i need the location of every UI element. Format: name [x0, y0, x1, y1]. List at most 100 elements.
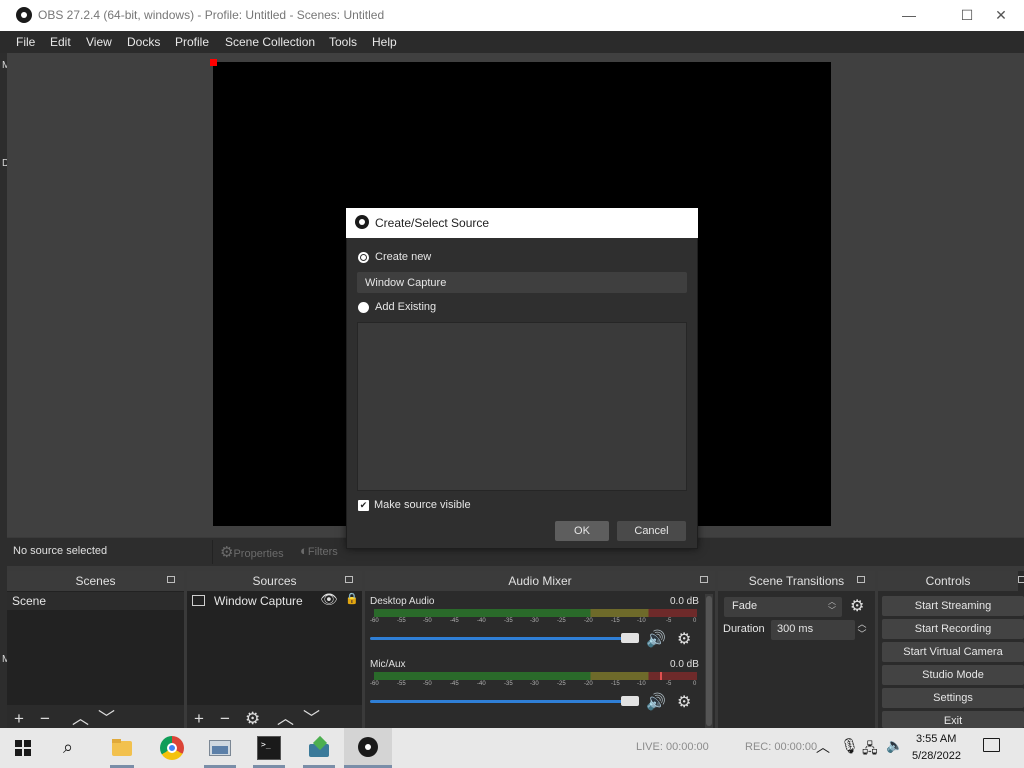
- network-icon[interactable]: 🖧: [862, 738, 878, 762]
- transitions-dock: [718, 571, 875, 728]
- microphone-icon[interactable]: 🎙: [840, 737, 859, 755]
- plus-icon[interactable]: +: [194, 710, 204, 727]
- plus-icon[interactable]: +: [14, 710, 24, 727]
- clock-time[interactable]: 3:55 AM: [916, 733, 956, 745]
- start-virtual-camera-button[interactable]: Start Virtual Camera: [882, 642, 1024, 662]
- dock-float-icon[interactable]: [167, 576, 175, 583]
- clock-date[interactable]: 5/28/2022: [912, 750, 961, 762]
- mixer-scrollbar[interactable]: [705, 594, 713, 728]
- dock-float-icon[interactable]: [1018, 576, 1024, 583]
- photos-icon[interactable]: [208, 736, 232, 760]
- volume-meter: [374, 609, 697, 617]
- filters-button[interactable]: ◐Filters: [300, 543, 338, 558]
- ok-button[interactable]: OK: [555, 521, 609, 541]
- source-name-input[interactable]: [357, 272, 687, 293]
- channel-name: Mic/Aux: [370, 659, 406, 670]
- start-streaming-button[interactable]: Start Streaming: [882, 596, 1024, 616]
- gear-icon: ⚙: [220, 544, 234, 561]
- minimize-button[interactable]: —: [886, 0, 932, 31]
- existing-sources-list[interactable]: [357, 322, 687, 491]
- settings-button[interactable]: Settings: [882, 688, 1024, 708]
- transition-select-value: Fade: [732, 600, 758, 612]
- chrome-icon[interactable]: [160, 736, 184, 760]
- transitions-dock-title: Scene Transitions: [718, 571, 875, 591]
- sources-dock-title: Sources: [187, 571, 362, 591]
- duration-label: Duration: [723, 623, 765, 635]
- obs-taskbar-button[interactable]: [344, 728, 392, 768]
- channel-name: Desktop Audio: [370, 596, 435, 607]
- gear-icon[interactable]: ⚙: [245, 710, 260, 727]
- chevron-down-icon[interactable]: ﹀: [303, 710, 320, 727]
- volume-slider-handle[interactable]: [621, 696, 639, 706]
- start-recording-button[interactable]: Start Recording: [882, 619, 1024, 639]
- menu-edit[interactable]: Edit: [50, 35, 71, 49]
- duration-spinner[interactable]: ︿ ﹀: [855, 619, 869, 641]
- source-status: No source selected: [13, 545, 108, 557]
- notification-icon[interactable]: [983, 738, 1000, 752]
- volume-slider[interactable]: [370, 700, 638, 703]
- gear-icon[interactable]: ⚙: [677, 629, 691, 649]
- rec-status: REC: 00:00:00: [745, 741, 818, 753]
- dock-float-icon[interactable]: [857, 576, 865, 583]
- menu-help[interactable]: Help: [372, 35, 397, 49]
- file-explorer-icon[interactable]: [110, 736, 134, 760]
- scene-item-label: Scene: [12, 594, 47, 608]
- chevron-up-icon[interactable]: ︿: [816, 737, 830, 757]
- gear-icon[interactable]: ⚙: [677, 692, 691, 712]
- divider: [212, 540, 213, 564]
- app-icon[interactable]: [307, 735, 331, 760]
- chevron-up-icon[interactable]: ︿: [72, 710, 89, 727]
- make-visible-checkbox[interactable]: ✔: [358, 500, 369, 511]
- peak-indicator: [660, 672, 662, 680]
- add-existing-label: Add Existing: [375, 301, 437, 313]
- gear-icon[interactable]: ⚙: [850, 596, 864, 616]
- chevron-down-icon[interactable]: ﹀: [98, 710, 115, 727]
- add-existing-radio[interactable]: [358, 302, 369, 313]
- menu-profile[interactable]: Profile: [175, 35, 209, 49]
- obs-logo-icon: [16, 7, 32, 23]
- terminal-icon[interactable]: >_: [257, 736, 281, 760]
- speaker-icon[interactable]: 🔊: [646, 629, 666, 649]
- make-visible-label: Make source visible: [374, 499, 471, 511]
- speaker-icon[interactable]: 🔈: [886, 737, 903, 754]
- dock-float-icon[interactable]: [345, 576, 353, 583]
- properties-button[interactable]: ⚙Properties: [220, 543, 284, 561]
- source-item[interactable]: Window Capture 👁 🔒: [187, 591, 362, 610]
- minus-icon[interactable]: −: [40, 710, 50, 727]
- volume-slider[interactable]: [370, 637, 638, 640]
- windows-start-icon[interactable]: [15, 740, 31, 756]
- filter-icon: ◐: [300, 543, 308, 558]
- volume-slider-handle[interactable]: [621, 633, 639, 643]
- scrollbar-thumb[interactable]: [706, 596, 712, 726]
- menu-tools[interactable]: Tools: [329, 35, 357, 49]
- studio-mode-button[interactable]: Studio Mode: [882, 665, 1024, 685]
- close-button[interactable]: ✕: [978, 0, 1024, 31]
- source-item-label: Window Capture: [214, 594, 303, 608]
- scene-item[interactable]: Scene: [7, 592, 184, 610]
- lock-icon[interactable]: 🔒: [345, 592, 359, 605]
- menu-file[interactable]: File: [16, 35, 35, 49]
- controls-dock-title: Controls: [878, 571, 1018, 591]
- chevron-up-icon[interactable]: ︿: [277, 710, 294, 727]
- search-icon[interactable]: ⌕: [63, 737, 73, 758]
- live-status: LIVE: 00:00:00: [636, 741, 709, 753]
- cancel-button[interactable]: Cancel: [617, 521, 686, 541]
- preview-handle[interactable]: [210, 59, 217, 66]
- menu-docks[interactable]: Docks: [127, 35, 160, 49]
- background-window-strip: M D M: [0, 53, 10, 728]
- speaker-icon[interactable]: 🔊: [646, 692, 666, 712]
- exit-button[interactable]: Exit: [882, 711, 1024, 728]
- duration-input[interactable]: 300 ms: [771, 620, 855, 640]
- menu-view[interactable]: View: [86, 35, 112, 49]
- window-title: OBS 27.2.4 (64-bit, windows) - Profile: …: [38, 8, 385, 22]
- eye-icon[interactable]: 👁: [320, 591, 338, 608]
- channel-db: 0.0 dB: [670, 596, 699, 607]
- menu-scene-collection[interactable]: Scene Collection: [225, 35, 315, 49]
- dialog-title: Create/Select Source: [375, 216, 490, 230]
- dock-float-icon[interactable]: [700, 576, 708, 583]
- audio-mixer-title: Audio Mixer: [365, 571, 715, 591]
- create-new-radio[interactable]: [358, 252, 369, 263]
- minus-icon[interactable]: −: [220, 710, 230, 727]
- filters-label: Filters: [307, 546, 338, 558]
- transition-select[interactable]: Fade ︿ ﹀: [724, 597, 842, 617]
